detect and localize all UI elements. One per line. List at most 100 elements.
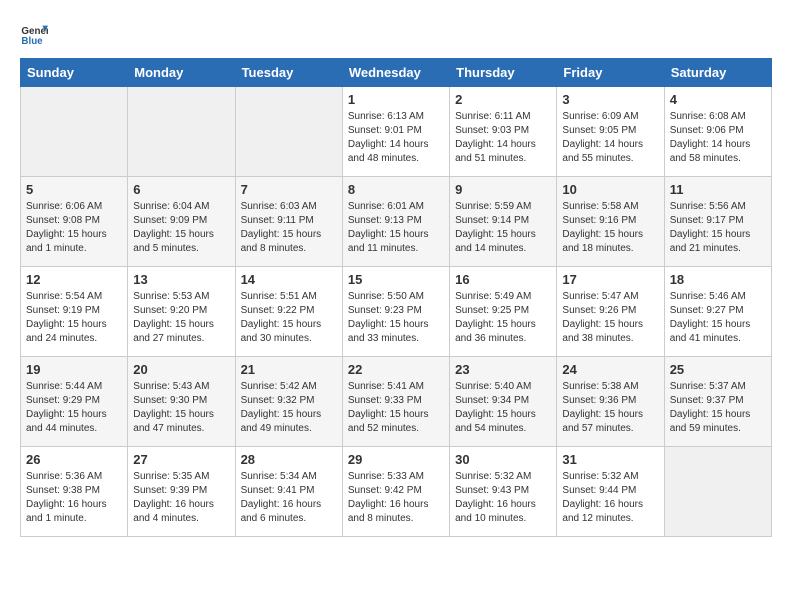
svg-text:Blue: Blue — [21, 36, 43, 47]
day-number: 17 — [562, 272, 658, 287]
day-number: 2 — [455, 92, 551, 107]
day-number: 21 — [241, 362, 337, 377]
day-number: 11 — [670, 182, 766, 197]
day-cell: 2 Sunrise: 6:11 AM Sunset: 9:03 PM Daylig… — [450, 87, 557, 177]
day-info: Sunrise: 5:35 AM Sunset: 9:39 PM Dayligh… — [133, 470, 229, 526]
col-header-sunday: Sunday — [21, 59, 128, 87]
day-number: 19 — [26, 362, 122, 377]
page-header: General Blue — [20, 20, 772, 48]
day-info: Sunrise: 5:50 AM Sunset: 9:23 PM Dayligh… — [348, 290, 444, 346]
day-cell: 27 Sunrise: 5:35 AM Sunset: 9:39 PM Dayli… — [128, 447, 235, 537]
day-number: 12 — [26, 272, 122, 287]
day-number: 10 — [562, 182, 658, 197]
day-info: Sunrise: 5:42 AM Sunset: 9:32 PM Dayligh… — [241, 380, 337, 436]
day-number: 18 — [670, 272, 766, 287]
day-cell — [21, 87, 128, 177]
day-cell: 29 Sunrise: 5:33 AM Sunset: 9:42 PM Dayli… — [342, 447, 449, 537]
day-cell: 8 Sunrise: 6:01 AM Sunset: 9:13 PM Daylig… — [342, 177, 449, 267]
day-info: Sunrise: 5:54 AM Sunset: 9:19 PM Dayligh… — [26, 290, 122, 346]
day-cell: 31 Sunrise: 5:32 AM Sunset: 9:44 PM Dayli… — [557, 447, 664, 537]
col-header-monday: Monday — [128, 59, 235, 87]
day-cell: 4 Sunrise: 6:08 AM Sunset: 9:06 PM Daylig… — [664, 87, 771, 177]
col-header-thursday: Thursday — [450, 59, 557, 87]
week-row-1: 1 Sunrise: 6:13 AM Sunset: 9:01 PM Daylig… — [21, 87, 772, 177]
day-cell: 19Sunrise: 5:44 AM Sunset: 9:29 PM Dayli… — [21, 357, 128, 447]
day-info: Sunrise: 6:11 AM Sunset: 9:03 PM Dayligh… — [455, 110, 551, 166]
day-cell: 9Sunrise: 5:59 AM Sunset: 9:14 PM Daylig… — [450, 177, 557, 267]
day-info: Sunrise: 5:58 AM Sunset: 9:16 PM Dayligh… — [562, 200, 658, 256]
day-number: 29 — [348, 452, 444, 467]
day-info: Sunrise: 5:33 AM Sunset: 9:42 PM Dayligh… — [348, 470, 444, 526]
day-cell: 28Sunrise: 5:34 AM Sunset: 9:41 PM Dayli… — [235, 447, 342, 537]
day-cell: 15 Sunrise: 5:50 AM Sunset: 9:23 PM Dayli… — [342, 267, 449, 357]
day-info: Sunrise: 6:08 AM Sunset: 9:06 PM Dayligh… — [670, 110, 766, 166]
day-cell: 10 Sunrise: 5:58 AM Sunset: 9:16 PM Dayli… — [557, 177, 664, 267]
col-header-friday: Friday — [557, 59, 664, 87]
col-header-saturday: Saturday — [664, 59, 771, 87]
day-info: Sunrise: 5:37 AM Sunset: 9:37 PM Dayligh… — [670, 380, 766, 436]
day-cell — [128, 87, 235, 177]
day-cell: 21 Sunrise: 5:42 AM Sunset: 9:32 PM Dayli… — [235, 357, 342, 447]
day-info: Sunrise: 5:46 AM Sunset: 9:27 PM Dayligh… — [670, 290, 766, 346]
day-number: 23 — [455, 362, 551, 377]
day-cell: 18 Sunrise: 5:46 AM Sunset: 9:27 PM Dayli… — [664, 267, 771, 357]
day-number: 7 — [241, 182, 337, 197]
calendar-table: SundayMondayTuesdayWednesdayThursdayFrid… — [20, 58, 772, 537]
day-number: 30 — [455, 452, 551, 467]
day-cell: 11 Sunrise: 5:56 AM Sunset: 9:17 PM Dayli… — [664, 177, 771, 267]
day-info: Sunrise: 6:04 AM Sunset: 9:09 PM Dayligh… — [133, 200, 229, 256]
day-info: Sunrise: 5:51 AM Sunset: 9:22 PM Dayligh… — [241, 290, 337, 346]
day-info: Sunrise: 6:01 AM Sunset: 9:13 PM Dayligh… — [348, 200, 444, 256]
day-cell: 26 Sunrise: 5:36 AM Sunset: 9:38 PM Dayli… — [21, 447, 128, 537]
day-cell: 24Sunrise: 5:38 AM Sunset: 9:36 PM Dayli… — [557, 357, 664, 447]
day-number: 4 — [670, 92, 766, 107]
day-number: 14 — [241, 272, 337, 287]
day-number: 1 — [348, 92, 444, 107]
day-number: 27 — [133, 452, 229, 467]
day-info: Sunrise: 5:56 AM Sunset: 9:17 PM Dayligh… — [670, 200, 766, 256]
day-info: Sunrise: 6:09 AM Sunset: 9:05 PM Dayligh… — [562, 110, 658, 166]
col-header-tuesday: Tuesday — [235, 59, 342, 87]
header-row: SundayMondayTuesdayWednesdayThursdayFrid… — [21, 59, 772, 87]
week-row-4: 19Sunrise: 5:44 AM Sunset: 9:29 PM Dayli… — [21, 357, 772, 447]
day-info: Sunrise: 5:34 AM Sunset: 9:41 PM Dayligh… — [241, 470, 337, 526]
day-info: Sunrise: 5:59 AM Sunset: 9:14 PM Dayligh… — [455, 200, 551, 256]
logo-icon: General Blue — [20, 20, 48, 48]
day-cell: 3 Sunrise: 6:09 AM Sunset: 9:05 PM Daylig… — [557, 87, 664, 177]
col-header-wednesday: Wednesday — [342, 59, 449, 87]
day-number: 6 — [133, 182, 229, 197]
day-cell: 13 Sunrise: 5:53 AM Sunset: 9:20 PM Dayli… — [128, 267, 235, 357]
day-cell: 23 Sunrise: 5:40 AM Sunset: 9:34 PM Dayli… — [450, 357, 557, 447]
day-number: 13 — [133, 272, 229, 287]
day-info: Sunrise: 5:36 AM Sunset: 9:38 PM Dayligh… — [26, 470, 122, 526]
day-cell: 12 Sunrise: 5:54 AM Sunset: 9:19 PM Dayli… — [21, 267, 128, 357]
day-cell: 17 Sunrise: 5:47 AM Sunset: 9:26 PM Dayli… — [557, 267, 664, 357]
day-cell: 16Sunrise: 5:49 AM Sunset: 9:25 PM Dayli… — [450, 267, 557, 357]
day-cell — [664, 447, 771, 537]
day-cell: 14 Sunrise: 5:51 AM Sunset: 9:22 PM Dayli… — [235, 267, 342, 357]
day-info: Sunrise: 5:47 AM Sunset: 9:26 PM Dayligh… — [562, 290, 658, 346]
day-info: Sunrise: 5:49 AM Sunset: 9:25 PM Dayligh… — [455, 290, 551, 346]
day-cell: 20Sunrise: 5:43 AM Sunset: 9:30 PM Dayli… — [128, 357, 235, 447]
day-cell: 5Sunrise: 6:06 AM Sunset: 9:08 PM Daylig… — [21, 177, 128, 267]
week-row-5: 26 Sunrise: 5:36 AM Sunset: 9:38 PM Dayli… — [21, 447, 772, 537]
day-info: Sunrise: 6:06 AM Sunset: 9:08 PM Dayligh… — [26, 200, 122, 256]
day-cell: 1 Sunrise: 6:13 AM Sunset: 9:01 PM Daylig… — [342, 87, 449, 177]
day-cell: 6 Sunrise: 6:04 AM Sunset: 9:09 PM Daylig… — [128, 177, 235, 267]
day-number: 31 — [562, 452, 658, 467]
day-number: 3 — [562, 92, 658, 107]
day-info: Sunrise: 6:13 AM Sunset: 9:01 PM Dayligh… — [348, 110, 444, 166]
day-info: Sunrise: 5:53 AM Sunset: 9:20 PM Dayligh… — [133, 290, 229, 346]
day-number: 26 — [26, 452, 122, 467]
day-info: Sunrise: 5:40 AM Sunset: 9:34 PM Dayligh… — [455, 380, 551, 436]
day-number: 8 — [348, 182, 444, 197]
day-cell: 22 Sunrise: 5:41 AM Sunset: 9:33 PM Dayli… — [342, 357, 449, 447]
day-info: Sunrise: 5:38 AM Sunset: 9:36 PM Dayligh… — [562, 380, 658, 436]
week-row-2: 5Sunrise: 6:06 AM Sunset: 9:08 PM Daylig… — [21, 177, 772, 267]
day-info: Sunrise: 5:32 AM Sunset: 9:43 PM Dayligh… — [455, 470, 551, 526]
day-number: 15 — [348, 272, 444, 287]
day-info: Sunrise: 6:03 AM Sunset: 9:11 PM Dayligh… — [241, 200, 337, 256]
day-number: 22 — [348, 362, 444, 377]
day-info: Sunrise: 5:32 AM Sunset: 9:44 PM Dayligh… — [562, 470, 658, 526]
day-info: Sunrise: 5:41 AM Sunset: 9:33 PM Dayligh… — [348, 380, 444, 436]
